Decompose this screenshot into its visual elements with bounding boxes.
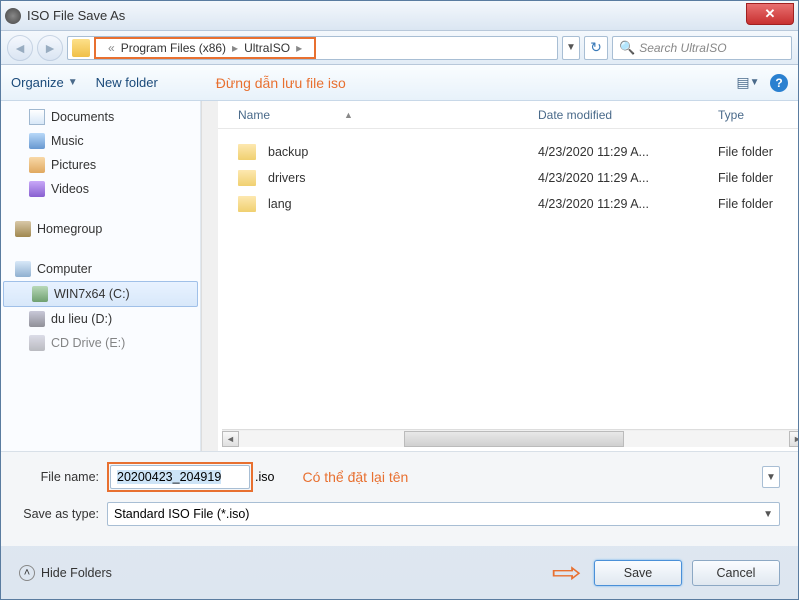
drive-icon: [32, 286, 48, 302]
hide-folders-button[interactable]: ˄ Hide Folders: [19, 565, 112, 581]
breadcrumb-dropdown[interactable]: ▼: [562, 36, 580, 60]
folder-icon: [238, 196, 256, 212]
form-area: File name: 20200423_204919 .iso Có thể đ…: [1, 451, 798, 546]
chevron-down-icon: ▼: [68, 77, 78, 88]
chevron-right-icon: ▸: [290, 41, 308, 55]
file-row[interactable]: backup 4/23/2020 11:29 A... File folder: [218, 139, 798, 165]
savetype-label: Save as type:: [19, 507, 99, 521]
music-icon: [29, 133, 45, 149]
sidebar-item-drive-d[interactable]: du lieu (D:): [1, 307, 200, 331]
help-button[interactable]: ?: [770, 74, 788, 92]
annotation-path-note: Đừng dẫn lưu file iso: [216, 75, 346, 91]
breadcrumb-prefix: «: [102, 41, 121, 55]
dialog-body: Documents Music Pictures Videos Homegrou…: [1, 101, 798, 451]
file-row[interactable]: lang 4/23/2020 11:29 A... File folder: [218, 191, 798, 217]
horizontal-scrollbar[interactable]: ◄ ►: [222, 429, 798, 447]
search-icon: 🔍: [619, 40, 635, 56]
sidebar: Documents Music Pictures Videos Homegrou…: [1, 101, 201, 451]
organize-button[interactable]: Organize ▼: [11, 75, 78, 90]
nav-forward-button[interactable]: ►: [37, 35, 63, 61]
sidebar-item-homegroup[interactable]: Homegroup: [1, 217, 200, 241]
footer: ˄ Hide Folders ⇨ Save Cancel: [1, 546, 798, 599]
drive-icon: [29, 311, 45, 327]
new-folder-button[interactable]: New folder: [96, 75, 158, 90]
window-title: ISO File Save As: [27, 8, 746, 23]
filename-label: File name:: [19, 470, 99, 484]
sidebar-item-drive-c[interactable]: WIN7x64 (C:): [3, 281, 198, 307]
app-icon: [5, 8, 21, 24]
cancel-button[interactable]: Cancel: [692, 560, 780, 586]
sidebar-item-computer[interactable]: Computer: [1, 257, 200, 281]
nav-back-button[interactable]: ◄: [7, 35, 33, 61]
breadcrumb[interactable]: « Program Files (x86) ▸ UltraISO ▸: [67, 36, 558, 60]
file-row[interactable]: drivers 4/23/2020 11:29 A... File folder: [218, 165, 798, 191]
annotation-rename-note: Có thể đặt lại tên: [302, 469, 408, 485]
column-name[interactable]: Name▲: [230, 108, 530, 122]
sidebar-item-videos[interactable]: Videos: [1, 177, 200, 201]
navbar: ◄ ► « Program Files (x86) ▸ UltraISO ▸ ▼…: [1, 31, 798, 65]
titlebar[interactable]: ISO File Save As ✕: [1, 1, 798, 31]
pictures-icon: [29, 157, 45, 173]
folder-icon: [238, 170, 256, 186]
cd-drive-icon: [29, 335, 45, 351]
homegroup-icon: [15, 221, 31, 237]
folder-icon: [72, 39, 90, 57]
sidebar-item-pictures[interactable]: Pictures: [1, 153, 200, 177]
sort-asc-icon: ▲: [344, 110, 353, 120]
save-button[interactable]: Save: [594, 560, 682, 586]
close-icon: ✕: [765, 6, 776, 22]
chevron-down-icon: ▼: [763, 509, 773, 520]
column-date[interactable]: Date modified: [530, 108, 710, 122]
savetype-select[interactable]: Standard ISO File (*.iso) ▼: [107, 502, 780, 526]
filename-input[interactable]: 20200423_204919: [110, 465, 250, 489]
documents-icon: [29, 109, 45, 125]
scroll-track[interactable]: [239, 431, 789, 447]
sidebar-item-music[interactable]: Music: [1, 129, 200, 153]
computer-icon: [15, 261, 31, 277]
folder-icon: [238, 144, 256, 160]
chevron-up-icon: ˄: [19, 565, 35, 581]
breadcrumb-segment[interactable]: UltraISO: [244, 41, 290, 55]
toolbar: Organize ▼ New folder Đừng dẫn lưu file …: [1, 65, 798, 101]
save-dialog: ISO File Save As ✕ ◄ ► « Program Files (…: [0, 0, 799, 600]
nav-tree: Documents Music Pictures Videos Homegrou…: [1, 101, 200, 451]
view-options-button[interactable]: ▤▼: [734, 72, 762, 94]
annotation-arrow-icon: ⇨: [551, 556, 582, 589]
filename-ext: .iso: [255, 470, 274, 484]
breadcrumb-segment[interactable]: Program Files (x86): [121, 41, 226, 55]
refresh-button[interactable]: ↻: [584, 36, 608, 60]
close-button[interactable]: ✕: [746, 3, 794, 25]
search-placeholder: Search UltraISO: [639, 41, 726, 55]
annotation-filename-box: 20200423_204919: [107, 462, 253, 492]
scroll-thumb[interactable]: [404, 431, 624, 447]
sidebar-item-documents[interactable]: Documents: [1, 105, 200, 129]
column-headers: Name▲ Date modified Type: [218, 101, 798, 129]
videos-icon: [29, 181, 45, 197]
sidebar-scrollbar[interactable]: [201, 101, 218, 451]
filename-dropdown[interactable]: ▼: [762, 466, 780, 488]
sidebar-item-drive-e[interactable]: CD Drive (E:): [1, 331, 200, 355]
scroll-left-button[interactable]: ◄: [222, 431, 239, 447]
file-list: Name▲ Date modified Type backup 4/23/202…: [218, 101, 798, 451]
chevron-right-icon: ▸: [226, 41, 244, 55]
search-input[interactable]: 🔍 Search UltraISO: [612, 36, 792, 60]
column-type[interactable]: Type: [710, 108, 798, 122]
annotation-path-box: « Program Files (x86) ▸ UltraISO ▸: [94, 37, 316, 59]
scroll-right-button[interactable]: ►: [789, 431, 798, 447]
